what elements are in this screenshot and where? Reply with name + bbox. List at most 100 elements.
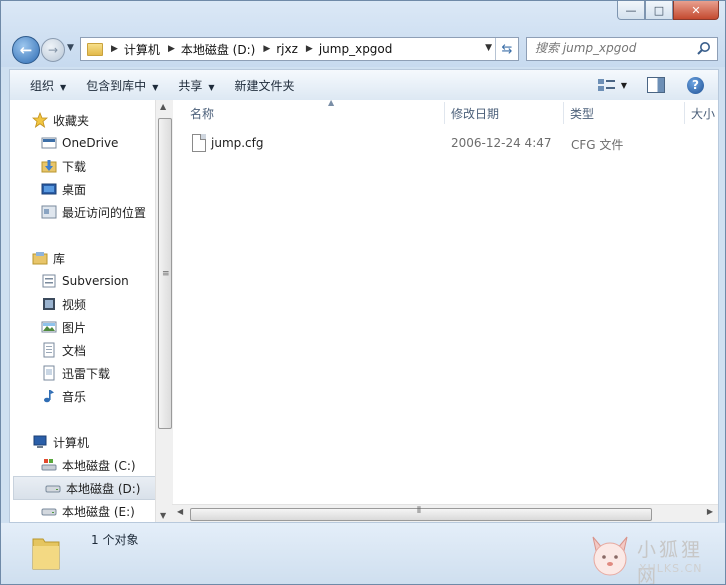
sidebar-item-subversion[interactable]: Subversion <box>10 270 155 292</box>
horizontal-scrollbar[interactable]: ◀ ⦀ ▶ <box>172 504 718 522</box>
sidebar-group-libraries[interactable]: 库 <box>10 247 155 269</box>
recent-places-icon <box>41 205 57 219</box>
view-options-icon[interactable] <box>597 78 617 92</box>
sidebar-item-label: 音乐 <box>62 389 87 404</box>
navigation-scrollbar[interactable]: ▲ ≡ ▼ <box>155 100 173 522</box>
column-divider[interactable] <box>563 102 564 124</box>
sidebar-item-label: 本地磁盘 (D:) <box>66 481 141 496</box>
address-bar[interactable]: ▶ 计算机 ▶ 本地磁盘 (D:) ▶ rjxz ▶ jump_xpgod ▼ … <box>80 37 519 61</box>
forward-button[interactable]: → <box>41 38 65 62</box>
share-label: 共享 <box>178 78 203 93</box>
view-dropdown-icon[interactable]: ▼ <box>621 81 627 90</box>
breadcrumb-drive-d[interactable]: 本地磁盘 (D:) <box>181 41 255 58</box>
chevron-down-icon: ▼ <box>67 43 74 53</box>
organize-menu[interactable]: 组织 ▼ <box>30 77 66 94</box>
chevron-right-icon[interactable]: ▶ <box>306 44 313 54</box>
sidebar-item-onedrive[interactable]: OneDrive <box>10 132 155 154</box>
xunlei-downloads-icon <box>43 365 55 381</box>
fox-logo-icon <box>592 536 628 576</box>
watermark: 小狐狸网 XHLKS.CN <box>589 533 723 584</box>
scroll-up-arrow-icon[interactable]: ▲ <box>160 102 166 111</box>
documents-icon <box>43 342 55 358</box>
caret-down-icon: ▼ <box>60 82 67 92</box>
new-folder-button[interactable]: 新建文件夹 <box>235 77 295 94</box>
refresh-button[interactable]: ⇆ <box>495 38 518 60</box>
scroll-down-arrow-icon[interactable]: ▼ <box>160 511 166 520</box>
sidebar-item-xunlei-downloads[interactable]: 迅雷下载 <box>10 362 155 384</box>
sidebar-item-drive-e[interactable]: 本地磁盘 (E:) <box>10 500 155 522</box>
sidebar-group-computer[interactable]: 计算机 <box>10 431 155 453</box>
include-in-library-label: 包含到库中 <box>86 78 147 93</box>
navigation-pane: 收藏夹 OneDrive 下载 桌面 最近访问的位置 库 Subversion … <box>10 100 155 522</box>
close-button[interactable]: ✕ <box>673 1 719 20</box>
address-history-dropdown[interactable]: ▼ <box>485 43 492 53</box>
horizontal-scrollbar-thumb[interactable]: ⦀ <box>190 506 652 521</box>
music-note-icon <box>44 390 54 403</box>
sidebar-item-label: 本地磁盘 (C:) <box>62 458 136 473</box>
arrow-left-icon: ← <box>19 41 33 59</box>
chevron-right-icon[interactable]: ▶ <box>263 44 270 54</box>
recent-pages-dropdown[interactable]: ▼ <box>67 43 74 53</box>
chevron-right-icon[interactable]: ▶ <box>168 44 175 54</box>
back-button[interactable]: ← <box>12 36 40 64</box>
sidebar-item-downloads[interactable]: 下载 <box>10 155 155 177</box>
scroll-left-arrow-icon[interactable]: ◀ <box>177 507 183 516</box>
sort-ascending-icon: ▲ <box>328 98 335 107</box>
sidebar-item-label: Subversion <box>62 274 129 288</box>
video-icon <box>43 298 55 310</box>
file-row[interactable]: jump.cfg 2006-12-24 4:47 CFG 文件 <box>186 133 718 155</box>
preview-pane-icon[interactable] <box>647 77 665 93</box>
column-divider[interactable] <box>684 102 685 124</box>
onedrive-icon <box>41 137 57 149</box>
caret-down-icon: ▼ <box>152 82 159 92</box>
sidebar-item-desktop[interactable]: 桌面 <box>10 178 155 200</box>
breadcrumb-jump-xpgod[interactable]: jump_xpgod <box>319 42 393 56</box>
sidebar-item-label: 下载 <box>62 159 87 174</box>
maximize-button[interactable]: □ <box>645 1 673 20</box>
scrollbar-thumb[interactable]: ≡ <box>158 118 172 429</box>
library-icon <box>32 252 48 265</box>
column-divider[interactable] <box>444 102 445 124</box>
column-header-type[interactable]: 类型 <box>570 100 594 126</box>
sidebar-group-favorites[interactable]: 收藏夹 <box>10 109 155 131</box>
desktop-icon <box>41 183 57 195</box>
column-header-modified[interactable]: 修改日期 <box>451 100 499 126</box>
folder-icon <box>87 42 103 56</box>
breadcrumb-computer[interactable]: 计算机 <box>124 41 160 58</box>
downloads-folder-icon <box>41 160 57 173</box>
column-header-size[interactable]: 大小 <box>691 100 715 126</box>
help-icon[interactable]: ? <box>687 76 704 94</box>
search-input[interactable] <box>527 38 695 58</box>
sidebar-item-label: 桌面 <box>62 182 87 197</box>
include-in-library-menu[interactable]: 包含到库中 ▼ <box>86 77 158 94</box>
sidebar-group-label: 计算机 <box>53 435 90 450</box>
breadcrumb-rjxz[interactable]: rjxz <box>276 42 298 56</box>
sidebar-group-label: 收藏夹 <box>53 113 90 128</box>
sidebar-item-label: 文档 <box>62 343 87 358</box>
sidebar-item-label: 迅雷下载 <box>62 366 111 381</box>
scroll-right-arrow-icon[interactable]: ▶ <box>707 507 713 516</box>
sidebar-item-drive-c[interactable]: 本地磁盘 (C:) <box>10 454 155 476</box>
file-modified: 2006-12-24 4:47 <box>451 136 552 150</box>
sidebar-group-label: 库 <box>53 251 66 266</box>
sidebar-item-music[interactable]: 音乐 <box>10 385 155 407</box>
watermark-subtitle: XHLKS.CN <box>639 562 703 575</box>
column-header-name[interactable]: 名称 ▲ <box>190 98 334 126</box>
sidebar-item-recent-places[interactable]: 最近访问的位置 <box>10 201 155 223</box>
sidebar-item-label: 视频 <box>62 297 87 312</box>
subversion-library-icon <box>42 274 56 288</box>
grip-icon: ⦀ <box>417 506 421 516</box>
sidebar-item-pictures[interactable]: 图片 <box>10 316 155 338</box>
hard-drive-icon <box>41 508 57 516</box>
sidebar-item-drive-d[interactable]: 本地磁盘 (D:) <box>13 476 155 500</box>
share-menu[interactable]: 共享 ▼ <box>178 77 214 94</box>
search-icon[interactable] <box>696 41 712 57</box>
minimize-button[interactable]: — <box>617 1 645 20</box>
window-controls: — □ ✕ <box>617 1 719 20</box>
file-icon <box>192 134 206 152</box>
sidebar-item-videos[interactable]: 视频 <box>10 293 155 315</box>
file-list: 名称 ▲ 修改日期 类型 大小 jump.cfg 2006-12-24 4:47… <box>172 98 718 522</box>
chevron-right-icon[interactable]: ▶ <box>111 44 118 54</box>
sidebar-item-documents[interactable]: 文档 <box>10 339 155 361</box>
search-box[interactable] <box>526 37 718 61</box>
